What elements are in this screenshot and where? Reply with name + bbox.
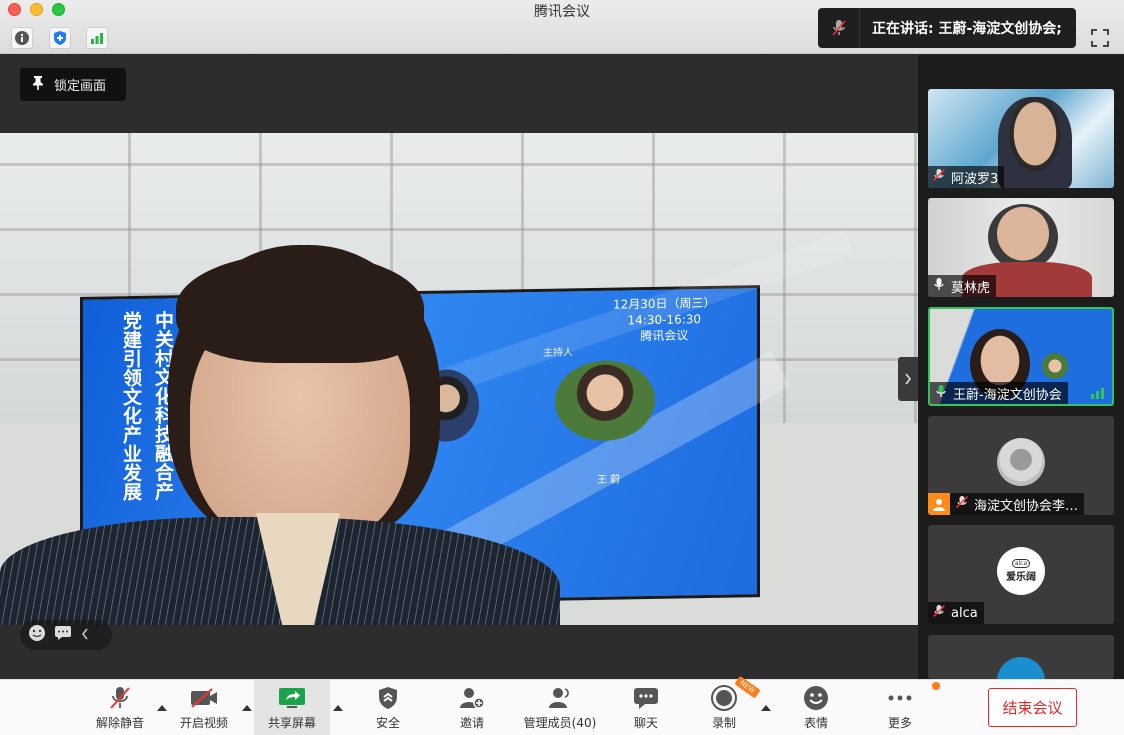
participant-tile[interactable]: 莫林虎 (928, 198, 1114, 297)
audio-options-caret[interactable] (157, 705, 167, 711)
mic-icon (932, 277, 946, 295)
main-video-stage: 锁定画面 党建引领文化产业发展 中关村文化科技融合产 12月30日（周三） 14… (0, 55, 918, 679)
avatar: alca 爱乐阔 (997, 547, 1045, 595)
title-bar: 腾讯会议 正在讲话: 王蔚-海淀文创协会; (0, 0, 1124, 54)
more-button[interactable]: 更多 (872, 680, 928, 735)
reactions-label: 表情 (803, 716, 828, 730)
speaker-figure (0, 245, 640, 625)
shield-icon (374, 685, 402, 711)
collapse-chevron-icon[interactable] (80, 626, 90, 645)
participant-name: 莫林虎 (951, 280, 991, 296)
mic-muted-icon (932, 168, 946, 186)
meeting-toolbar: 解除静音 开启视频 共享屏幕 安全 邀请 管理成员(40) 聊天 录制 NEW … (0, 675, 1124, 735)
camera-off-icon (190, 685, 218, 711)
participant-label: 王蔚-海淀文创协会 (930, 382, 1068, 404)
share-screen-label: 共享屏幕 (267, 716, 316, 730)
invite-button[interactable]: 邀请 (444, 680, 500, 735)
more-label: 更多 (887, 716, 912, 730)
members-icon (546, 685, 574, 711)
mic-muted-icon (818, 8, 860, 48)
participant-label: 莫林虎 (928, 275, 997, 297)
security-button[interactable]: 安全 (360, 680, 416, 735)
share-options-caret[interactable] (333, 705, 343, 711)
pin-view-label: 锁定画面 (54, 79, 107, 94)
shield-icon[interactable] (49, 27, 71, 49)
participant-name: 阿波罗3 (951, 171, 999, 187)
participant-sidebar: 阿波罗3 莫林虎 王蔚-海淀文创协会 海淀文创协会李… alca 爱乐阔 alc… (918, 55, 1124, 679)
notification-dot (932, 682, 940, 690)
mic-muted-icon (955, 495, 969, 513)
chat-bubble-icon[interactable] (54, 625, 72, 645)
start-video-button[interactable]: 开启视频 (176, 680, 232, 735)
sidebar-toggle-button[interactable] (898, 357, 918, 401)
invite-label: 邀请 (459, 716, 484, 730)
emoji-icon[interactable] (28, 624, 46, 646)
participant-tile[interactable]: alca 爱乐阔 alca (928, 525, 1114, 624)
pin-icon (32, 75, 44, 95)
manage-members-button[interactable]: 管理成员(40) (520, 680, 600, 735)
share-screen-icon (278, 685, 306, 711)
mic-muted-icon (106, 685, 134, 711)
participant-tile[interactable]: 阿波罗3 (928, 89, 1114, 188)
add-user-icon (458, 685, 486, 711)
info-icon[interactable] (11, 27, 33, 49)
unmute-label: 解除静音 (95, 716, 144, 730)
more-dots-icon (886, 685, 914, 711)
user-avatar-icon (928, 493, 950, 515)
manage-members-label: 管理成员(40) (523, 716, 597, 730)
participant-tile[interactable] (928, 635, 1114, 679)
network-signal-icon[interactable] (86, 27, 108, 49)
speaking-text: 正在讲话: 王蔚-海淀文创协会; (872, 21, 1062, 37)
start-video-label: 开启视频 (179, 716, 228, 730)
speaking-indicator: 正在讲话: 王蔚-海淀文创协会; (818, 8, 1076, 48)
participant-label: 阿波罗3 (928, 166, 1005, 188)
fullscreen-icon[interactable] (1090, 28, 1110, 48)
share-screen-button[interactable]: 共享屏幕 (254, 680, 330, 735)
mic-muted-icon (932, 604, 946, 622)
pin-view-button[interactable]: 锁定画面 (20, 68, 126, 101)
speaker-video: 党建引领文化产业发展 中关村文化科技融合产 12月30日（周三） 14:30-1… (0, 133, 918, 625)
reactions-button[interactable]: 表情 (788, 680, 844, 735)
emoji-icon (802, 685, 830, 711)
participant-tile-active[interactable]: 王蔚-海淀文创协会 (928, 307, 1114, 406)
video-options-caret[interactable] (242, 705, 252, 711)
chat-label: 聊天 (633, 716, 658, 730)
participant-label: 海淀文创协会李… (928, 493, 1085, 515)
meeting-window: 腾讯会议 正在讲话: 王蔚-海淀文创协会; 锁定画面 党建引领文化产业发展 中关… (0, 0, 1124, 735)
record-icon (710, 685, 738, 711)
mic-active-icon (934, 384, 948, 402)
video-overlay-tools (20, 620, 112, 650)
end-meeting-button[interactable]: 结束会议 (988, 688, 1077, 727)
chat-button[interactable]: 聊天 (618, 680, 674, 735)
participant-name: 王蔚-海淀文创协会 (953, 387, 1062, 403)
participant-name: alca (951, 605, 978, 621)
record-options-caret[interactable] (761, 705, 771, 711)
chevron-right-icon (905, 373, 912, 385)
security-label: 安全 (375, 716, 400, 730)
record-label: 录制 (711, 716, 736, 730)
chat-bubble-icon (632, 685, 660, 711)
participant-label: alca (928, 602, 984, 624)
participant-name: 海淀文创协会李… (974, 498, 1079, 514)
avatar (997, 438, 1045, 486)
signal-strength-icon (1091, 388, 1104, 399)
participant-tile[interactable]: 海淀文创协会李… (928, 416, 1114, 515)
unmute-button[interactable]: 解除静音 (92, 680, 148, 735)
